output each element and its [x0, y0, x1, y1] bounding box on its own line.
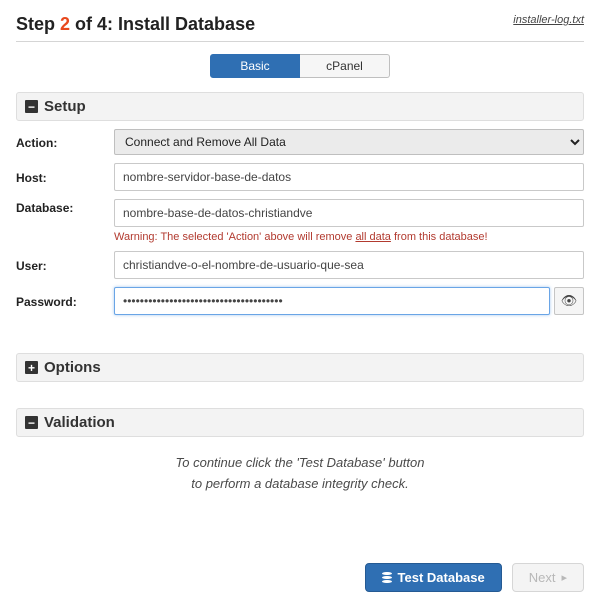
installer-log-link[interactable]: installer-log.txt	[513, 14, 584, 26]
next-button: Next ▸	[512, 563, 584, 592]
database-warning: Warning: The selected 'Action' above wil…	[114, 231, 584, 243]
page-title: Step 2 of 4: Install Database	[16, 14, 255, 35]
test-database-button[interactable]: Test Database	[365, 563, 502, 592]
section-validation-header[interactable]: − Validation	[16, 408, 584, 437]
mode-tabs: Basic cPanel	[16, 54, 584, 78]
eye-icon: 👁	[561, 293, 578, 309]
plus-icon: +	[25, 361, 38, 374]
host-label: Host:	[16, 169, 114, 185]
all-data-link[interactable]: all data	[355, 231, 390, 243]
tab-basic[interactable]: Basic	[210, 54, 300, 78]
section-options-header[interactable]: + Options	[16, 353, 584, 382]
validation-message: To continue click the 'Test Database' bu…	[16, 453, 584, 495]
host-input[interactable]	[114, 163, 584, 191]
database-icon	[382, 572, 392, 583]
toggle-password-button[interactable]: 👁	[554, 287, 584, 315]
minus-icon: −	[25, 416, 38, 429]
action-label: Action:	[16, 134, 114, 150]
tab-cpanel[interactable]: cPanel	[300, 54, 390, 78]
user-input[interactable]	[114, 251, 584, 279]
user-label: User:	[16, 257, 114, 273]
minus-icon: −	[25, 100, 38, 113]
database-input[interactable]	[114, 199, 584, 227]
database-label: Database:	[16, 199, 114, 215]
password-input[interactable]	[114, 287, 550, 315]
step-number: 2	[60, 14, 70, 34]
section-setup-header[interactable]: − Setup	[16, 92, 584, 121]
chevron-right-icon: ▸	[561, 571, 567, 584]
action-select[interactable]: Connect and Remove All Data	[114, 129, 584, 155]
password-label: Password:	[16, 293, 114, 309]
